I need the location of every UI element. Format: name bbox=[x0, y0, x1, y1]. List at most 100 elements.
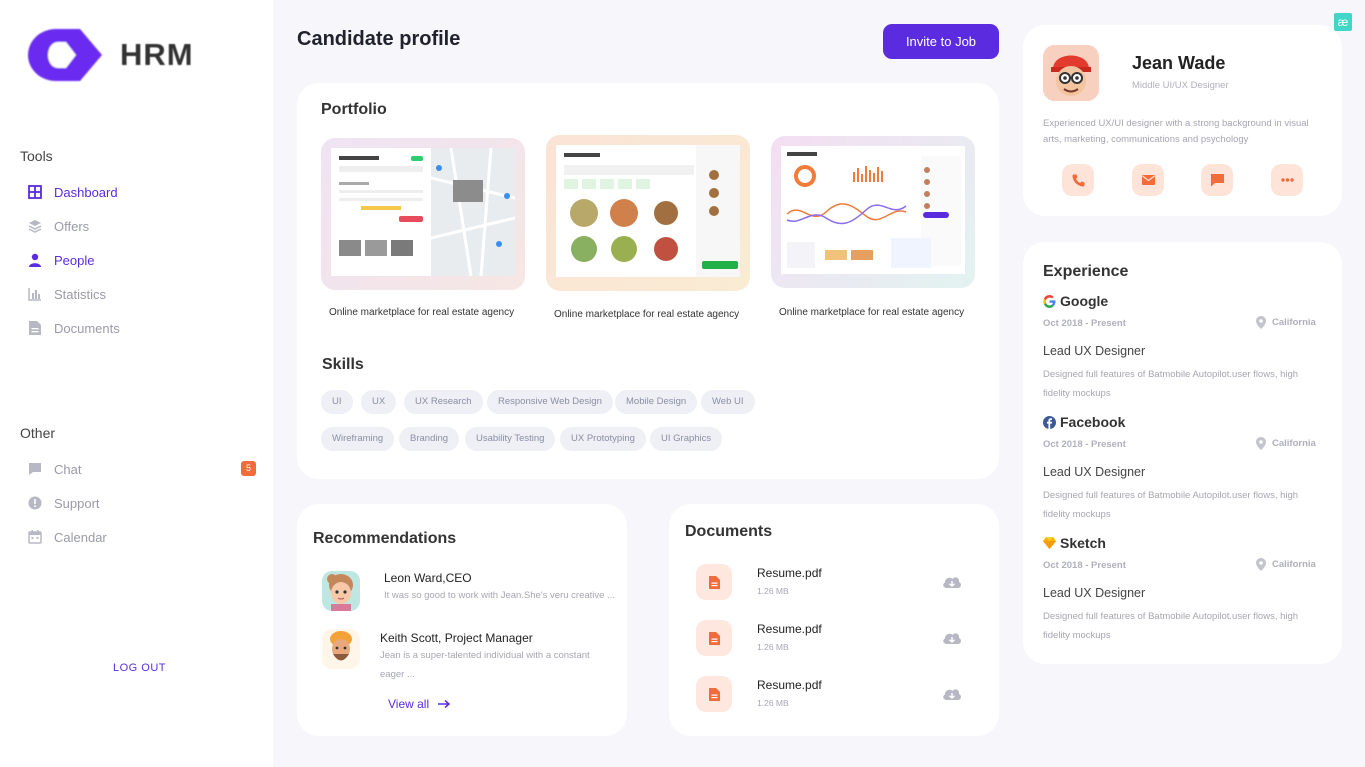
tools-section-title: Tools bbox=[20, 148, 53, 164]
document-name[interactable]: Resume.pdf bbox=[757, 622, 822, 636]
nav-offers-label: Offers bbox=[54, 218, 90, 234]
skill-chip[interactable]: UX Prototyping bbox=[560, 427, 646, 451]
profile-card: Jean Wade Middle UI/UX Designer Experien… bbox=[1023, 25, 1342, 216]
message-icon bbox=[1210, 173, 1224, 187]
skill-chip[interactable]: Mobile Design bbox=[615, 390, 698, 414]
alert-circle-icon bbox=[27, 495, 43, 511]
nav-calendar[interactable]: Calendar bbox=[27, 529, 107, 545]
job-location-label: California bbox=[1272, 559, 1316, 570]
location-pin-icon bbox=[1256, 558, 1266, 571]
nav-statistics-label: Statistics bbox=[54, 286, 107, 302]
job-description: Designed full features of Batmobile Auto… bbox=[1043, 611, 1299, 641]
calendar-icon bbox=[27, 529, 43, 545]
view-all-link[interactable]: View all bbox=[388, 697, 451, 711]
skill-chip[interactable]: Branding bbox=[399, 427, 460, 451]
experience-card: Experience Google Oct 2018 - Present Cal… bbox=[1023, 242, 1342, 664]
pdf-file-icon bbox=[696, 620, 732, 656]
avatar bbox=[322, 629, 360, 669]
company-name-label: Sketch bbox=[1060, 535, 1106, 551]
job-location: California bbox=[1256, 437, 1316, 450]
pdf-file-icon bbox=[696, 564, 732, 600]
skill-chip[interactable]: Usability Testing bbox=[465, 427, 556, 451]
company-name-label: Facebook bbox=[1060, 414, 1126, 430]
cloud-download-icon[interactable] bbox=[942, 575, 962, 589]
nav-chat-label: Chat bbox=[54, 461, 82, 477]
company-name: Sketch bbox=[1043, 535, 1106, 551]
chat-icon bbox=[27, 461, 43, 477]
job-description: Designed full features of Batmobile Auto… bbox=[1043, 369, 1299, 399]
other-section-title: Other bbox=[20, 425, 56, 441]
call-button[interactable] bbox=[1062, 164, 1094, 196]
portfolio-title: Portfolio bbox=[321, 101, 387, 118]
nav-statistics[interactable]: Statistics bbox=[27, 286, 106, 302]
message-button[interactable] bbox=[1201, 164, 1233, 196]
employment-period: Oct 2018 - Present bbox=[1043, 318, 1126, 329]
document-size: 1.26 MB bbox=[757, 698, 789, 708]
grid-icon bbox=[27, 184, 43, 200]
recommendation-text: Jean is a super-talented individual with… bbox=[380, 650, 590, 680]
nav-support-label: Support bbox=[54, 495, 100, 511]
location-pin-icon bbox=[1256, 316, 1266, 329]
nav-dashboard-label: Dashboard bbox=[54, 184, 118, 200]
job-title: Lead UX Designer bbox=[1043, 586, 1146, 600]
cloud-download-icon[interactable] bbox=[942, 631, 962, 645]
layers-icon bbox=[27, 218, 43, 234]
pdf-file-icon bbox=[696, 676, 732, 712]
google-logo-icon bbox=[1043, 294, 1056, 308]
skill-chip[interactable]: UX Research bbox=[404, 390, 483, 414]
logo[interactable]: HRM bbox=[26, 26, 194, 84]
skill-chip[interactable]: UI Graphics bbox=[650, 427, 723, 451]
mail-icon bbox=[1141, 175, 1155, 185]
nav-documents-label: Documents bbox=[54, 320, 120, 336]
document-size: 1.26 MB bbox=[757, 642, 789, 652]
skill-chip[interactable]: UX bbox=[361, 390, 397, 414]
company-name: Facebook bbox=[1043, 414, 1125, 430]
portfolio-preview-image bbox=[781, 146, 965, 274]
chat-count-badge: 5 bbox=[241, 461, 256, 476]
email-button[interactable] bbox=[1132, 164, 1164, 196]
nav-dashboard[interactable]: Dashboard bbox=[27, 184, 118, 200]
more-icon bbox=[1280, 178, 1294, 182]
job-title: Lead UX Designer bbox=[1043, 465, 1146, 479]
experience-title: Experience bbox=[1043, 263, 1129, 280]
nav-people[interactable]: People bbox=[27, 252, 94, 268]
portfolio-thumbnail[interactable] bbox=[771, 136, 975, 288]
job-location: California bbox=[1256, 558, 1316, 571]
nav-support[interactable]: Support bbox=[27, 495, 100, 511]
nav-chat[interactable]: Chat bbox=[27, 461, 81, 477]
skill-chip[interactable]: UI bbox=[321, 390, 353, 414]
document-name[interactable]: Resume.pdf bbox=[757, 566, 822, 580]
employment-period: Oct 2018 - Present bbox=[1043, 560, 1126, 571]
arrow-right-icon bbox=[438, 700, 451, 708]
job-description: Designed full features of Batmobile Auto… bbox=[1043, 490, 1299, 520]
recommendation-text: It was so good to work with Jean.She's v… bbox=[384, 590, 615, 601]
document-name[interactable]: Resume.pdf bbox=[757, 678, 822, 692]
company-name: Google bbox=[1043, 293, 1108, 309]
corner-app-icon[interactable]: æ bbox=[1334, 13, 1352, 31]
invite-to-job-button[interactable]: Invite to Job bbox=[883, 24, 999, 59]
portfolio-preview-image bbox=[556, 145, 740, 277]
person-icon bbox=[27, 252, 43, 268]
employment-period: Oct 2018 - Present bbox=[1043, 439, 1126, 450]
portfolio-caption: Online marketplace for real estate agenc… bbox=[329, 307, 515, 318]
more-button[interactable] bbox=[1271, 164, 1303, 196]
skill-chip[interactable]: Responsive Web Design bbox=[487, 390, 613, 414]
phone-icon bbox=[1071, 174, 1085, 187]
cloud-download-icon[interactable] bbox=[942, 687, 962, 701]
logout-button[interactable]: LOG OUT bbox=[113, 662, 166, 674]
brand-name: HRM bbox=[120, 37, 194, 72]
nav-documents[interactable]: Documents bbox=[27, 320, 120, 336]
view-all-label: View all bbox=[388, 697, 430, 711]
skill-chip[interactable]: Wireframing bbox=[321, 427, 395, 451]
portfolio-caption: Online marketplace for real estate agenc… bbox=[554, 309, 740, 320]
job-location-label: California bbox=[1272, 317, 1316, 328]
recommendations-title: Recommendations bbox=[313, 530, 457, 547]
portfolio-thumbnail[interactable] bbox=[546, 135, 750, 291]
facebook-logo-icon bbox=[1043, 415, 1056, 429]
sidebar: HRM Tools Dashboard Offers People Statis… bbox=[0, 0, 273, 767]
portfolio-thumbnail[interactable] bbox=[321, 138, 525, 290]
job-title: Lead UX Designer bbox=[1043, 344, 1146, 358]
candidate-bio: Experienced UX/UI designer with a strong… bbox=[1043, 118, 1309, 145]
skill-chip[interactable]: Web UI bbox=[701, 390, 755, 414]
nav-offers[interactable]: Offers bbox=[27, 218, 89, 234]
